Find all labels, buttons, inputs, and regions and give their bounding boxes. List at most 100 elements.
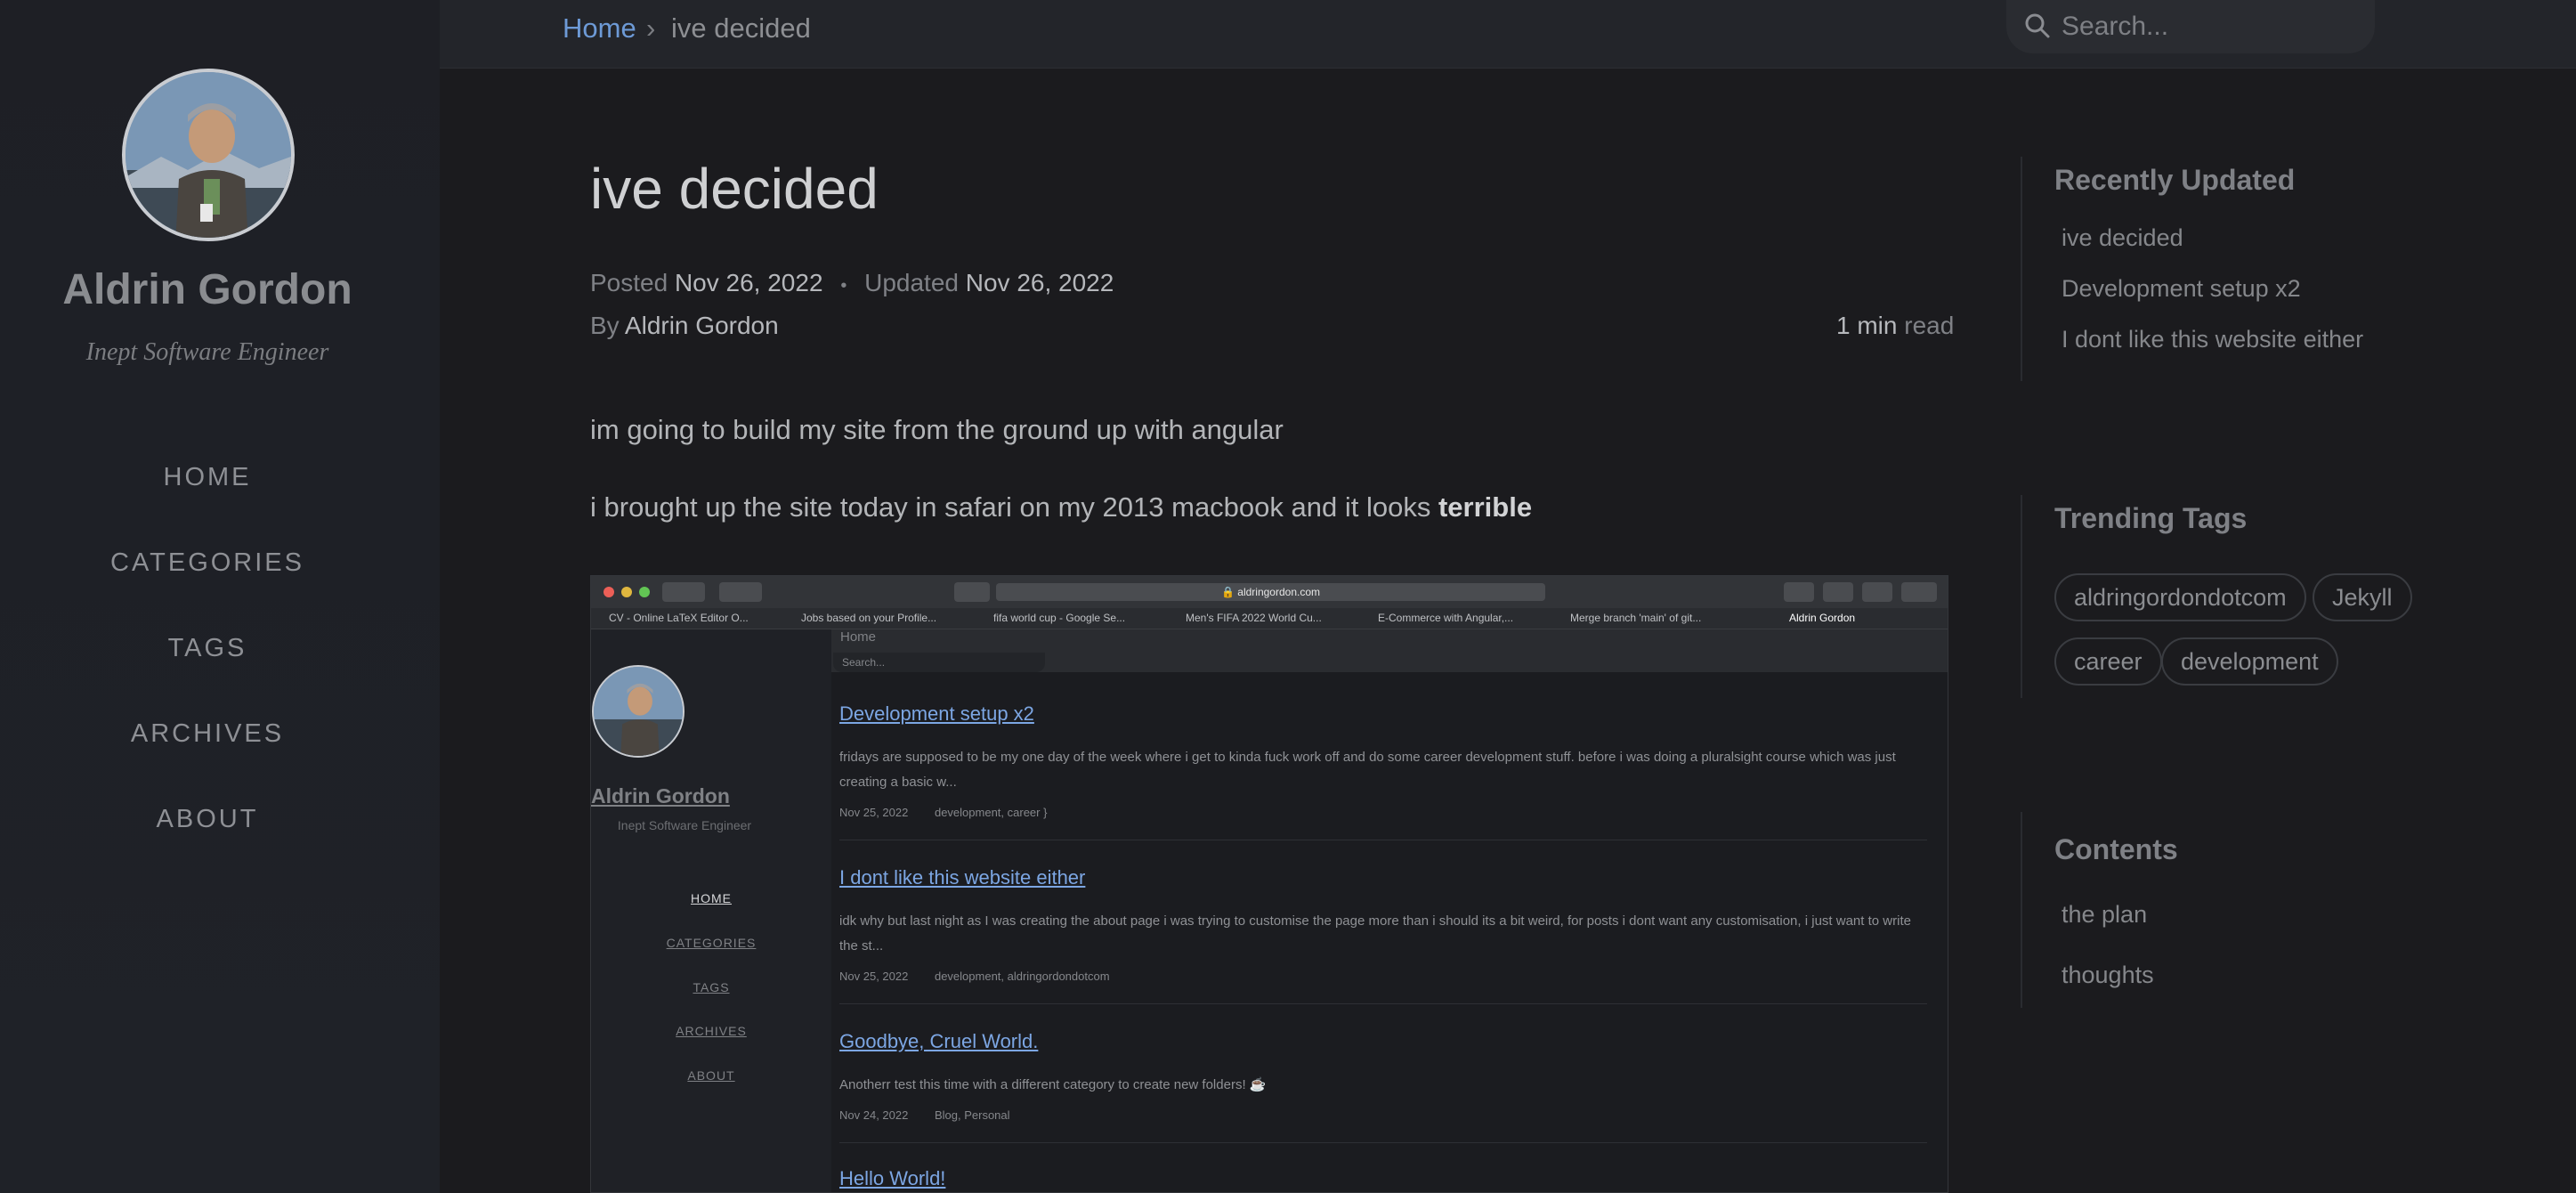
read-time-label: read xyxy=(1904,312,1955,339)
mini-avatar-photo xyxy=(594,667,683,756)
post-meta-dates: Posted Nov 26, 2022 • Updated Nov 26, 20… xyxy=(590,269,1114,297)
nav-home[interactable]: HOME xyxy=(0,463,415,492)
posted-label: Posted xyxy=(590,269,668,296)
recent-link[interactable]: I dont like this website either xyxy=(2062,326,2363,353)
tab-overview-icon xyxy=(1901,582,1937,602)
toc-link[interactable]: thoughts xyxy=(2062,962,2154,989)
tag-chip[interactable]: Jekyll xyxy=(2313,573,2412,621)
close-dot-icon xyxy=(603,587,614,597)
contents-panel: Contents the plan thoughts xyxy=(2021,812,2439,1008)
browser-tabs: CV - Online LaTeX Editor O... Jobs based… xyxy=(591,608,1948,629)
mini-nav-archives: ARCHIVES xyxy=(676,1024,747,1038)
search-icon xyxy=(2025,13,2050,38)
trending-tags-panel: Trending Tags aldringordondotcom Jekyll … xyxy=(2021,495,2439,698)
browser-tab-active: Aldrin Gordon xyxy=(1789,612,1856,624)
search-box[interactable] xyxy=(2006,0,2375,53)
mini-post-meta: Nov 25, 2022 development, aldringordondo… xyxy=(839,970,1110,983)
nav-tags[interactable]: TAGS xyxy=(0,634,415,663)
mini-post-date: Nov 25, 2022 xyxy=(839,970,909,983)
avatar[interactable] xyxy=(122,69,295,241)
paragraph-2-bold: terrible xyxy=(1438,491,1533,523)
mini-post-title: I dont like this website either xyxy=(839,866,1086,889)
site-subtitle: Inept Software Engineer xyxy=(85,338,329,366)
read-time: 1 min read xyxy=(1836,312,1954,340)
shield-icon xyxy=(954,582,990,602)
mini-nav-home: HOME xyxy=(691,891,732,905)
maximize-dot-icon xyxy=(639,587,650,597)
mini-post-title: Goodbye, Cruel World. xyxy=(839,1030,1039,1052)
read-time-value: 1 min xyxy=(1836,312,1898,339)
post-author[interactable]: Aldrin Gordon xyxy=(625,312,779,339)
browser-tab: Men's FIFA 2022 World Cu... xyxy=(1186,612,1322,624)
mini-post-date: Nov 25, 2022 xyxy=(839,806,909,819)
mini-avatar xyxy=(592,665,685,758)
post-paragraph-2: i brought up the site today in safari on… xyxy=(590,491,1532,523)
search-input[interactable] xyxy=(2062,11,2355,43)
post-screenshot: 🔒 aldringordon.com CV - Online LaTeX Edi… xyxy=(590,575,1948,1193)
recently-updated-title: Recently Updated xyxy=(2054,164,2296,196)
download-icon xyxy=(1823,582,1853,602)
mini-post-tags: Blog, Personal xyxy=(934,1108,1010,1122)
trending-tags-title: Trending Tags xyxy=(2054,502,2248,534)
tag-chip[interactable]: development xyxy=(2161,637,2338,686)
post-author-line: By Aldrin Gordon xyxy=(590,312,779,340)
mini-nav-categories: CATEGORIES xyxy=(666,936,757,950)
nav-about[interactable]: ABOUT xyxy=(0,805,415,834)
browser-toolbar: 🔒 aldringordon.com xyxy=(591,576,1948,608)
mini-post-excerpt: fridays are supposed to be my one day of… xyxy=(839,750,1896,790)
back-forward-icon xyxy=(662,582,705,602)
avatar-photo xyxy=(126,72,291,238)
by-label: By xyxy=(590,312,620,339)
address-bar: 🔒 aldringordon.com xyxy=(996,583,1545,601)
mini-post-excerpt: Anotherr test this time with a different… xyxy=(839,1077,1267,1092)
mini-post-meta: Nov 24, 2022 Blog, Personal xyxy=(839,1108,1010,1122)
mini-post-date: Nov 24, 2022 xyxy=(839,1108,909,1122)
mini-site-title: Aldrin Gordon xyxy=(591,784,730,808)
mini-topbar: Home Search... xyxy=(831,629,1948,672)
minimize-dot-icon xyxy=(621,587,632,597)
share-icon xyxy=(1862,582,1892,602)
warning-icon xyxy=(1784,582,1814,602)
mini-post-meta: Nov 25, 2022 development, career } xyxy=(839,806,1048,819)
updated-label: Updated xyxy=(864,269,959,296)
browser-tab: CV - Online LaTeX Editor O... xyxy=(609,612,749,624)
recent-link[interactable]: Development setup x2 xyxy=(2062,275,2301,303)
mini-site-subtitle: Inept Software Engineer xyxy=(617,818,752,832)
mini-nav-tags: TAGS xyxy=(693,980,730,994)
browser-tab: Merge branch 'main' of git... xyxy=(1570,612,1702,624)
contents-title: Contents xyxy=(2054,833,2178,865)
tag-chip[interactable]: career xyxy=(2054,637,2162,686)
toc-link[interactable]: the plan xyxy=(2062,901,2147,929)
mini-search: Search... xyxy=(833,653,1045,672)
browser-tab: fifa world cup - Google Se... xyxy=(993,612,1126,624)
sidebar-toggle-icon xyxy=(719,582,762,602)
topbar: Home › ive decided xyxy=(440,0,2576,69)
browser-tab: E-Commerce with Angular,... xyxy=(1378,612,1514,624)
mini-post-title: Development setup x2 xyxy=(839,702,1034,725)
recent-link[interactable]: ive decided xyxy=(2062,224,2183,252)
tag-chip[interactable]: aldringordondotcom xyxy=(2054,573,2306,621)
updated-date: Nov 26, 2022 xyxy=(965,269,1114,296)
browser-tab: Jobs based on your Profile... xyxy=(801,612,937,624)
paragraph-2-text: i brought up the site today in safari on… xyxy=(590,491,1431,523)
mini-post-tags: development, aldringordondotcom xyxy=(934,970,1110,983)
mini-nav-about: ABOUT xyxy=(687,1068,735,1083)
mini-post-divider xyxy=(839,1003,1927,1004)
posted-date: Nov 26, 2022 xyxy=(674,269,823,296)
sidebar: Aldrin Gordon Inept Software Engineer HO… xyxy=(0,0,440,1193)
mini-breadcrumb: Home xyxy=(840,629,877,645)
breadcrumb-home[interactable]: Home xyxy=(563,12,636,45)
mini-post-title: Hello World! xyxy=(839,1167,946,1189)
meta-separator: • xyxy=(840,276,847,296)
mini-post-excerpt: idk why but last night as I was creating… xyxy=(839,913,1911,954)
breadcrumb-current: ive decided xyxy=(671,12,811,44)
mini-post-divider xyxy=(839,1142,1927,1143)
breadcrumb-separator: › xyxy=(646,12,656,44)
post-title: ive decided xyxy=(590,157,879,221)
post-paragraph-1: im going to build my site from the groun… xyxy=(590,414,1284,445)
mini-post-tags: development, career xyxy=(934,806,1041,819)
nav-archives[interactable]: ARCHIVES xyxy=(0,719,415,749)
site-title[interactable]: Aldrin Gordon xyxy=(0,265,415,314)
recently-updated-panel: Recently Updated ive decided Development… xyxy=(2021,157,2439,381)
nav-categories[interactable]: CATEGORIES xyxy=(0,548,415,578)
